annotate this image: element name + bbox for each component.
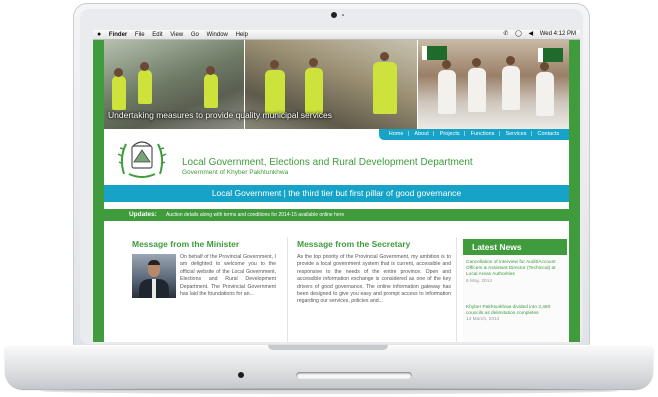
menu-view[interactable]: View [170, 32, 183, 38]
nav-contacts[interactable]: Contacts [538, 131, 560, 137]
news-item-title[interactable]: Khyber Pakhtunkhwa divided into 3,480 co… [466, 305, 550, 316]
worker-head [140, 62, 149, 71]
laptop-shadow [40, 388, 618, 394]
nav-separator: | [530, 131, 532, 137]
site-header: Local Government, Elections and Rural De… [104, 140, 569, 185]
news-item-title[interactable]: Cancellation of interview for Audit/Acco… [466, 260, 556, 277]
worker-head [380, 52, 389, 61]
volume-icon[interactable]: ◀ [528, 31, 533, 37]
flag-image [538, 48, 563, 62]
column-divider [456, 237, 457, 342]
news-item[interactable]: Cancellation of interview for Audit/Acco… [466, 260, 562, 285]
phone-icon[interactable]: ✆ [503, 31, 508, 37]
optical-drive-slot [296, 372, 412, 379]
news-item[interactable]: Khyber Pakhtunkhwa divided into 3,480 co… [466, 305, 562, 324]
worker-figure [138, 70, 152, 104]
camera-icon [331, 12, 337, 18]
worker-head [270, 60, 279, 69]
person-figure [468, 68, 486, 112]
news-item-date: 6 May, 2014 [466, 278, 493, 284]
person-head [472, 58, 481, 67]
menu-help[interactable]: Help [236, 32, 248, 38]
camera-light [342, 14, 344, 16]
worker-figure [204, 74, 218, 108]
flag-image [422, 46, 447, 60]
sleep-indicator-light [238, 372, 244, 378]
person-figure [502, 66, 520, 110]
worker-head [309, 58, 318, 67]
menu-window[interactable]: Window [207, 32, 228, 38]
minister-message: On behalf of the Provincial Government, … [132, 254, 276, 298]
tagline-bar: Local Government | the third tier but fi… [104, 185, 569, 202]
worker-figure [305, 68, 323, 114]
worker-figure [373, 62, 397, 114]
government-emblem-icon[interactable] [117, 134, 167, 182]
updates-link[interactable]: Auction details along with terms and con… [166, 212, 344, 218]
photo-spacer [132, 254, 180, 298]
person-figure [536, 72, 554, 116]
updates-label: Updates: [129, 211, 157, 218]
minister-message-text: On behalf of the Provincial Government, … [180, 254, 276, 298]
laptop-hinge-groove [268, 345, 388, 350]
secretary-title[interactable]: Message from the Secretary [297, 239, 410, 249]
person-figure [438, 70, 456, 114]
nav-functions[interactable]: Functions [471, 131, 495, 137]
nav-services[interactable]: Services [505, 131, 526, 137]
latest-news-heading: Latest News [463, 239, 567, 255]
latest-news-box: Cancellation of interview for Audit/Acco… [463, 255, 567, 342]
person-head [442, 60, 451, 69]
worker-figure [265, 70, 285, 114]
person-head [540, 62, 549, 71]
person-head [506, 56, 515, 65]
page-container: Undertaking measures to provide quality … [104, 40, 569, 342]
menu-bar: ● Finder File Edit View Go Window Help ✆… [93, 30, 580, 40]
nav-separator: | [432, 131, 435, 137]
menu-finder[interactable]: Finder [109, 32, 127, 38]
news-item-date: 14 March, 2014 [466, 317, 500, 323]
nav-home[interactable]: Home [389, 131, 404, 137]
nav-about[interactable]: About [414, 131, 428, 137]
department-subtitle: Government of Khyber Pakhtunkhwa [182, 169, 289, 176]
menu-go[interactable]: Go [191, 32, 199, 38]
menubar-clock[interactable]: Wed 4:12 PM [540, 31, 576, 37]
main-nav: Home | About | Projects | Functions | Servic… [379, 129, 569, 140]
nav-separator: | [463, 131, 466, 137]
nav-separator: | [498, 131, 500, 137]
laptop-screen: ● Finder File Edit View Go Window Help ✆… [93, 30, 580, 342]
minister-title[interactable]: Message from the Minister [132, 239, 239, 249]
menu-edit[interactable]: Edit [152, 32, 162, 38]
laptop-base [5, 345, 653, 389]
nav-projects[interactable]: Projects [440, 131, 460, 137]
website: Undertaking measures to provide quality … [93, 40, 580, 342]
sync-icon[interactable]: ◯ [515, 31, 522, 37]
worker-head [206, 66, 215, 75]
secretary-message: As the top priority of the Provincial Go… [297, 254, 451, 305]
worker-figure [112, 76, 126, 110]
menubar-status: ✆ ◯ ◀ Wed 4:12 PM [498, 30, 576, 39]
nav-separator: | [407, 131, 409, 137]
updates-ticker: Updates: Auction details along with term… [104, 209, 569, 221]
column-divider [287, 237, 288, 342]
banner-photo-ceremony [418, 40, 569, 129]
department-title: Local Government, Elections and Rural De… [182, 157, 473, 168]
menu-file[interactable]: File [135, 32, 145, 38]
banner-slideshow[interactable]: Undertaking measures to provide quality … [104, 40, 569, 129]
apple-icon[interactable]: ● [97, 30, 101, 39]
banner-caption: Undertaking measures to provide quality … [108, 110, 332, 120]
worker-head [114, 68, 123, 77]
